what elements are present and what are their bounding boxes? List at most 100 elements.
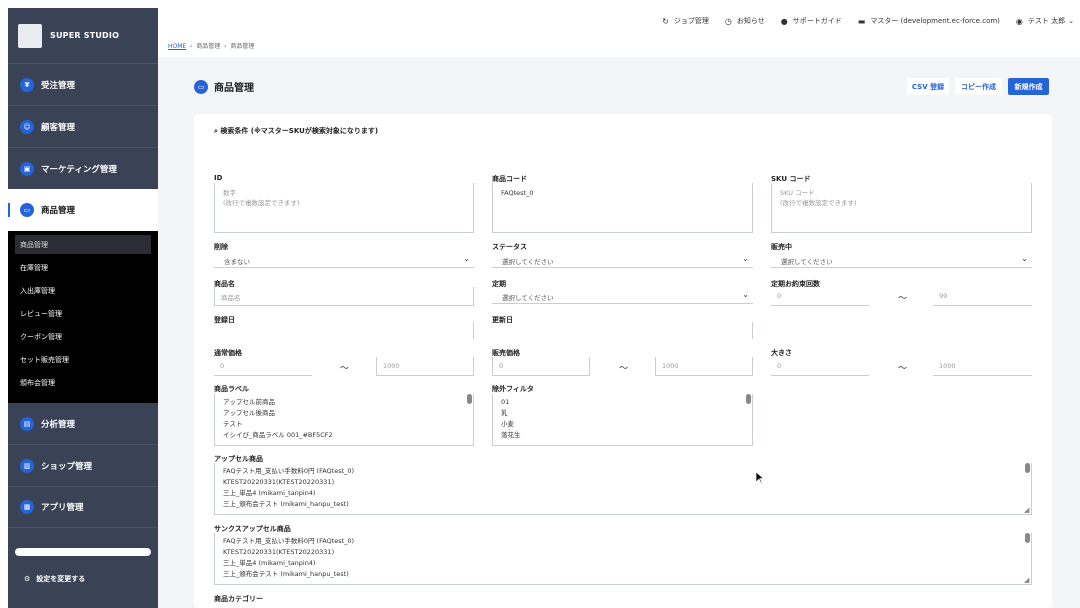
promise-from-value: 0: [777, 292, 782, 300]
range-separator: 〜: [898, 294, 908, 304]
submenu-item-products[interactable]: 商品管理: [15, 235, 151, 254]
list-item[interactable]: アップセル後商品: [223, 408, 465, 419]
list-item[interactable]: FAQテスト用_支払い手数料0円 (FAQtest_0): [223, 536, 1023, 547]
list-item[interactable]: KTEST20220331(KTEST20220331): [223, 547, 1023, 558]
sidebar-scrollbar[interactable]: [15, 548, 151, 556]
sidebar: SUPER STUDIO ¥ 受注管理 ☺ 顧客管理 ▣ マーケティング管理 ▭…: [8, 8, 158, 608]
list-item[interactable]: 乳: [501, 408, 744, 419]
list-item[interactable]: 三上_単品4 (mikami_tanpin4): [223, 488, 1023, 499]
job-link[interactable]: ↻ ジョブ管理: [662, 16, 709, 26]
promise-from-input[interactable]: 0: [771, 287, 869, 306]
list-item[interactable]: イシイび_商品ラベル 001_#BF5CF2: [223, 430, 465, 441]
created-date-input[interactable]: [214, 322, 474, 339]
sale-price-from-value: 0: [499, 362, 504, 370]
list-item[interactable]: アップセル前商品: [223, 397, 465, 408]
sidebar-item-marketing[interactable]: ▣ マーケティング管理: [8, 148, 158, 190]
sidebar-item-orders[interactable]: ¥ 受注管理: [8, 64, 158, 106]
range-separator: 〜: [898, 364, 908, 374]
list-scrollbar[interactable]: [746, 394, 751, 404]
submenu-item-set-sales[interactable]: セット販売管理: [15, 350, 151, 369]
sale-price-from-input[interactable]: 0: [492, 357, 590, 376]
box-icon: ▭: [194, 79, 208, 94]
user-icon: ☺: [20, 119, 34, 134]
list-item[interactable]: KTEST20220331(KTEST20220331): [223, 477, 1023, 488]
submenu-item-reviews[interactable]: レビュー管理: [15, 304, 151, 323]
sidebar-item-label: 商品管理: [41, 206, 76, 216]
resize-handle-icon[interactable]: ◢: [1024, 576, 1029, 584]
normal-price-from-value: 0: [220, 362, 225, 370]
list-item[interactable]: 落花生: [501, 430, 744, 441]
breadcrumb-home[interactable]: HOME: [168, 43, 186, 50]
product-name-input[interactable]: 商品名: [214, 287, 474, 306]
exclude-filter-multiselect[interactable]: 01 乳 小麦 落花生: [492, 394, 753, 446]
normal-price-from-input[interactable]: 0: [214, 357, 312, 376]
page-title: ▭ 商品管理: [194, 79, 254, 94]
brand-logo: [18, 23, 42, 48]
sidebar-item-shop[interactable]: ▥ ショップ管理: [8, 445, 158, 487]
list-scrollbar[interactable]: [1025, 533, 1030, 543]
user-label: テスト 太郎: [1027, 17, 1066, 25]
user-menu[interactable]: ◉ テスト 太郎 ⌄: [1016, 16, 1074, 26]
search-heading: ⌕ 検索条件 (※マスターSKUが検索対象になります): [214, 126, 378, 136]
sidebar-item-customers[interactable]: ☺ 顧客管理: [8, 106, 158, 148]
list-scrollbar[interactable]: [467, 394, 472, 404]
chart-icon: ▤: [20, 416, 34, 431]
product-name-placeholder: 商品名: [221, 294, 241, 302]
sidebar-item-products[interactable]: ▭ 商品管理: [8, 189, 158, 231]
sidebar-item-analytics[interactable]: ▤ 分析管理: [8, 403, 158, 445]
deleted-select[interactable]: 含まない ⌄: [214, 252, 474, 268]
list-item[interactable]: 三上_頒布会テスト (mikami_hanpu_test): [223, 499, 1023, 510]
normal-price-to-input[interactable]: 1000: [376, 357, 474, 376]
thanks-upsell-multiselect[interactable]: FAQテスト用_支払い手数料0円 (FAQtest_0) KTEST202203…: [214, 533, 1032, 585]
submenu-item-distribution[interactable]: 頒布会管理: [15, 373, 151, 392]
chevron-down-icon: ⌄: [742, 254, 749, 263]
product-code-field[interactable]: FAQtest_0: [492, 183, 753, 233]
subscription-select[interactable]: 選択してください ⌄: [492, 288, 753, 304]
support-link[interactable]: ● サポートガイド: [781, 16, 842, 26]
sidebar-item-label: 顧客管理: [41, 122, 76, 133]
list-scrollbar[interactable]: [1025, 463, 1030, 473]
notice-link[interactable]: ◷ お知らせ: [725, 16, 765, 26]
copy-create-button[interactable]: コピー作成: [955, 78, 1002, 95]
settings-link[interactable]: ⚙ 設定を変更する: [8, 560, 158, 598]
size-to-input[interactable]: 1000: [933, 357, 1032, 376]
sidebar-item-apps[interactable]: ▦ アプリ管理: [8, 486, 158, 528]
product-label-multiselect[interactable]: アップセル前商品 アップセル後商品 テスト イシイび_商品ラベル 001_#BF…: [214, 394, 474, 446]
id-label: ID: [214, 174, 223, 182]
resize-handle-icon[interactable]: ◢: [1024, 506, 1029, 514]
sale-price-to-input[interactable]: 1000: [655, 357, 753, 376]
size-from-input[interactable]: 0: [771, 357, 869, 376]
status-select-value: 選択してください: [502, 258, 554, 266]
id-field[interactable]: 数字 (改行で複数設定できます): [214, 183, 474, 233]
brand-name: SUPER STUDIO: [50, 31, 120, 40]
promise-to-input[interactable]: 99: [933, 287, 1032, 306]
list-item[interactable]: 01: [501, 397, 744, 408]
onsale-select[interactable]: 選択してください ⌄: [771, 252, 1032, 268]
list-item[interactable]: FAQテスト用_支払い手数料0円 (FAQtest_0): [223, 466, 1023, 477]
submenu-item-stock-io[interactable]: 入出庫管理: [15, 281, 151, 300]
brand[interactable]: SUPER STUDIO: [8, 8, 158, 64]
chevron-down-icon: ⌄: [742, 290, 749, 299]
new-create-button[interactable]: 新規作成: [1008, 78, 1049, 95]
help-icon: ●: [780, 16, 788, 26]
status-select[interactable]: 選択してください ⌄: [492, 252, 753, 268]
csv-import-button[interactable]: CSV 登録: [907, 78, 949, 95]
list-item[interactable]: 小麦: [501, 419, 744, 430]
submenu-item-inventory[interactable]: 在庫管理: [15, 258, 151, 277]
range-separator: 〜: [340, 364, 350, 374]
promise-to-value: 99: [939, 292, 948, 300]
chevron-down-icon: ⌄: [463, 254, 470, 263]
updated-date-input[interactable]: [492, 322, 753, 339]
product-label-label: 商品ラベル: [214, 385, 249, 393]
list-item[interactable]: 三上_頒布会テスト (mikami_hanpu_test): [223, 569, 1023, 580]
sku-code-field[interactable]: SKU コード (改行で複数設定できます): [771, 183, 1032, 233]
list-item[interactable]: 三上_単品4 (mikami_tanpin4): [223, 558, 1023, 569]
sku-placeholder-hint: (改行で複数設定できます): [780, 199, 857, 207]
submenu-item-coupons[interactable]: クーポン管理: [15, 327, 151, 346]
list-item[interactable]: テスト: [223, 419, 465, 430]
top-bar: ↻ ジョブ管理 ◷ お知らせ ● サポートガイド ▬ マスター (development…: [158, 8, 1080, 34]
upsell-multiselect[interactable]: FAQテスト用_支払い手数料0円 (FAQtest_0) KTEST202203…: [214, 463, 1032, 515]
size-to-value: 1000: [939, 362, 956, 370]
onsale-select-value: 選択してください: [781, 258, 833, 266]
shop-switcher[interactable]: ▬ マスター (development.ec-force.com): [858, 16, 1000, 26]
